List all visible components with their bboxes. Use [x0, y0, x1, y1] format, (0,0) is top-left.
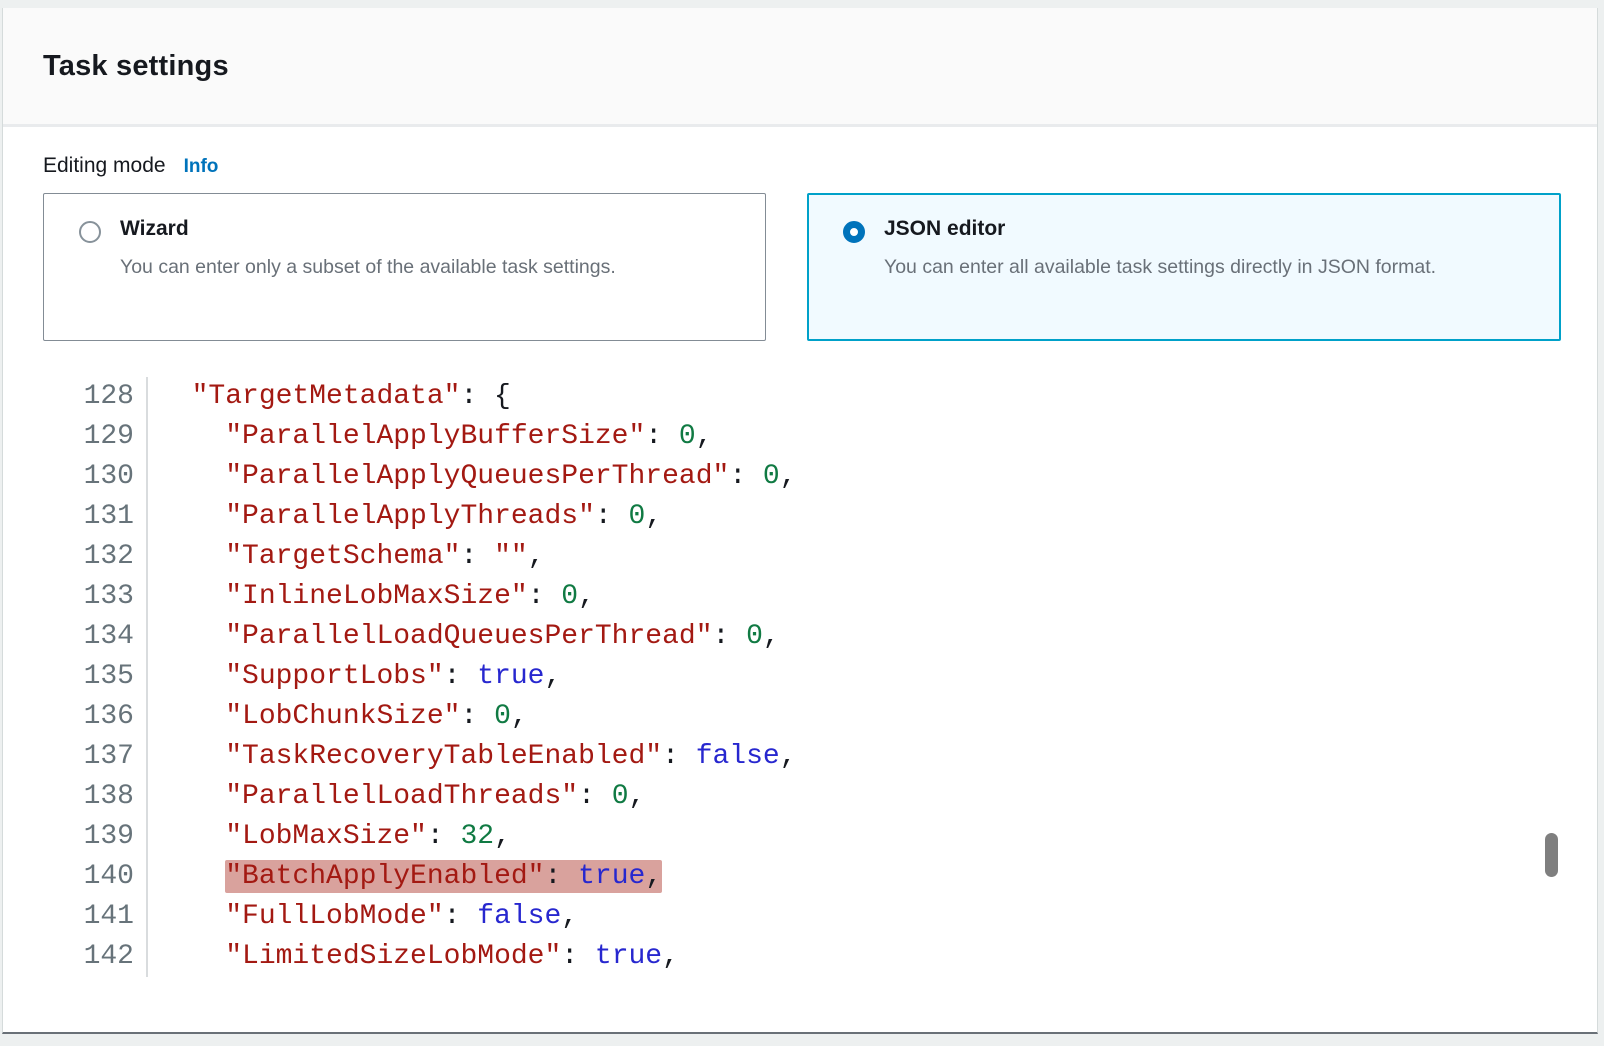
option-description: You can enter only a subset of the avail…	[120, 249, 616, 286]
panel-content: Editing mode Info Wizard You can enter o…	[3, 127, 1597, 977]
code-text: "ParallelApplyQueuesPerThread": 0,	[148, 457, 797, 497]
page: Task settings Editing mode Info Wizard Y…	[0, 0, 1604, 1046]
line-number: 132	[43, 537, 148, 577]
code-line[interactable]: 139 "LobMaxSize": 32,	[43, 817, 1597, 857]
highlighted-code: "BatchApplyEnabled": true,	[225, 860, 662, 893]
line-number: 139	[43, 817, 148, 857]
editing-mode-label: Editing mode	[43, 154, 166, 178]
radio-unchecked-icon[interactable]	[79, 221, 101, 243]
editing-mode-options: Wizard You can enter only a subset of th…	[43, 193, 1597, 341]
code-text: "FullLobMode": false,	[148, 897, 578, 937]
code-text: "TargetMetadata": {	[148, 377, 511, 417]
code-line[interactable]: 133 "InlineLobMaxSize": 0,	[43, 577, 1597, 617]
line-number: 134	[43, 617, 148, 657]
scrollbar-thumb[interactable]	[1545, 833, 1558, 877]
option-text: Wizard You can enter only a subset of th…	[120, 217, 616, 340]
line-number: 136	[43, 697, 148, 737]
code-line[interactable]: 140 "BatchApplyEnabled": true,	[43, 857, 1597, 897]
code-text: "LobChunkSize": 0,	[148, 697, 528, 737]
code-line[interactable]: 141 "FullLobMode": false,	[43, 897, 1597, 937]
line-number: 138	[43, 777, 148, 817]
line-number: 140	[43, 857, 148, 897]
code-line[interactable]: 128 "TargetMetadata": {	[43, 377, 1597, 417]
code-line[interactable]: 142 "LimitedSizeLobMode": true,	[43, 937, 1597, 977]
line-number: 141	[43, 897, 148, 937]
code-text: "LobMaxSize": 32,	[148, 817, 511, 857]
panel-title: Task settings	[43, 50, 229, 83]
code-text: "SupportLobs": true,	[148, 657, 561, 697]
code-text: "InlineLobMaxSize": 0,	[148, 577, 595, 617]
code-text: "ParallelLoadThreads": 0,	[148, 777, 645, 817]
editing-mode-option-wizard[interactable]: Wizard You can enter only a subset of th…	[43, 193, 766, 341]
code-line[interactable]: 134 "ParallelLoadQueuesPerThread": 0,	[43, 617, 1597, 657]
task-settings-panel: Task settings Editing mode Info Wizard Y…	[2, 8, 1598, 1034]
line-number: 135	[43, 657, 148, 697]
line-number: 130	[43, 457, 148, 497]
line-number: 129	[43, 417, 148, 457]
line-number: 142	[43, 937, 148, 977]
code-line[interactable]: 129 "ParallelApplyBufferSize": 0,	[43, 417, 1597, 457]
option-label: Wizard	[120, 217, 616, 241]
info-link[interactable]: Info	[184, 156, 219, 178]
option-description: You can enter all available task setting…	[884, 249, 1436, 286]
code-text: "TaskRecoveryTableEnabled": false,	[148, 737, 797, 777]
code-text: "ParallelApplyBufferSize": 0,	[148, 417, 713, 457]
code-line[interactable]: 136 "LobChunkSize": 0,	[43, 697, 1597, 737]
editing-mode-option-json-editor[interactable]: JSON editor You can enter all available …	[807, 193, 1561, 341]
code-line[interactable]: 132 "TargetSchema": "",	[43, 537, 1597, 577]
code-text: "BatchApplyEnabled": true,	[148, 857, 662, 897]
line-number: 128	[43, 377, 148, 417]
code-line[interactable]: 137 "TaskRecoveryTableEnabled": false,	[43, 737, 1597, 777]
line-number: 131	[43, 497, 148, 537]
panel-header: Task settings	[3, 8, 1597, 127]
code-text: "ParallelApplyThreads": 0,	[148, 497, 662, 537]
option-label: JSON editor	[884, 217, 1436, 241]
line-number: 137	[43, 737, 148, 777]
radio-checked-icon[interactable]	[843, 221, 865, 243]
json-editor[interactable]: 128 "TargetMetadata": {129 "ParallelAppl…	[43, 377, 1597, 977]
code-text: "LimitedSizeLobMode": true,	[148, 937, 679, 977]
code-line[interactable]: 135 "SupportLobs": true,	[43, 657, 1597, 697]
code-line[interactable]: 131 "ParallelApplyThreads": 0,	[43, 497, 1597, 537]
code-line[interactable]: 130 "ParallelApplyQueuesPerThread": 0,	[43, 457, 1597, 497]
editing-mode-row: Editing mode Info	[43, 154, 1597, 178]
code-line[interactable]: 138 "ParallelLoadThreads": 0,	[43, 777, 1597, 817]
code-text: "TargetSchema": "",	[148, 537, 545, 577]
code-text: "ParallelLoadQueuesPerThread": 0,	[148, 617, 780, 657]
line-number: 133	[43, 577, 148, 617]
option-text: JSON editor You can enter all available …	[884, 217, 1436, 339]
code-lines: 128 "TargetMetadata": {129 "ParallelAppl…	[43, 377, 1597, 977]
